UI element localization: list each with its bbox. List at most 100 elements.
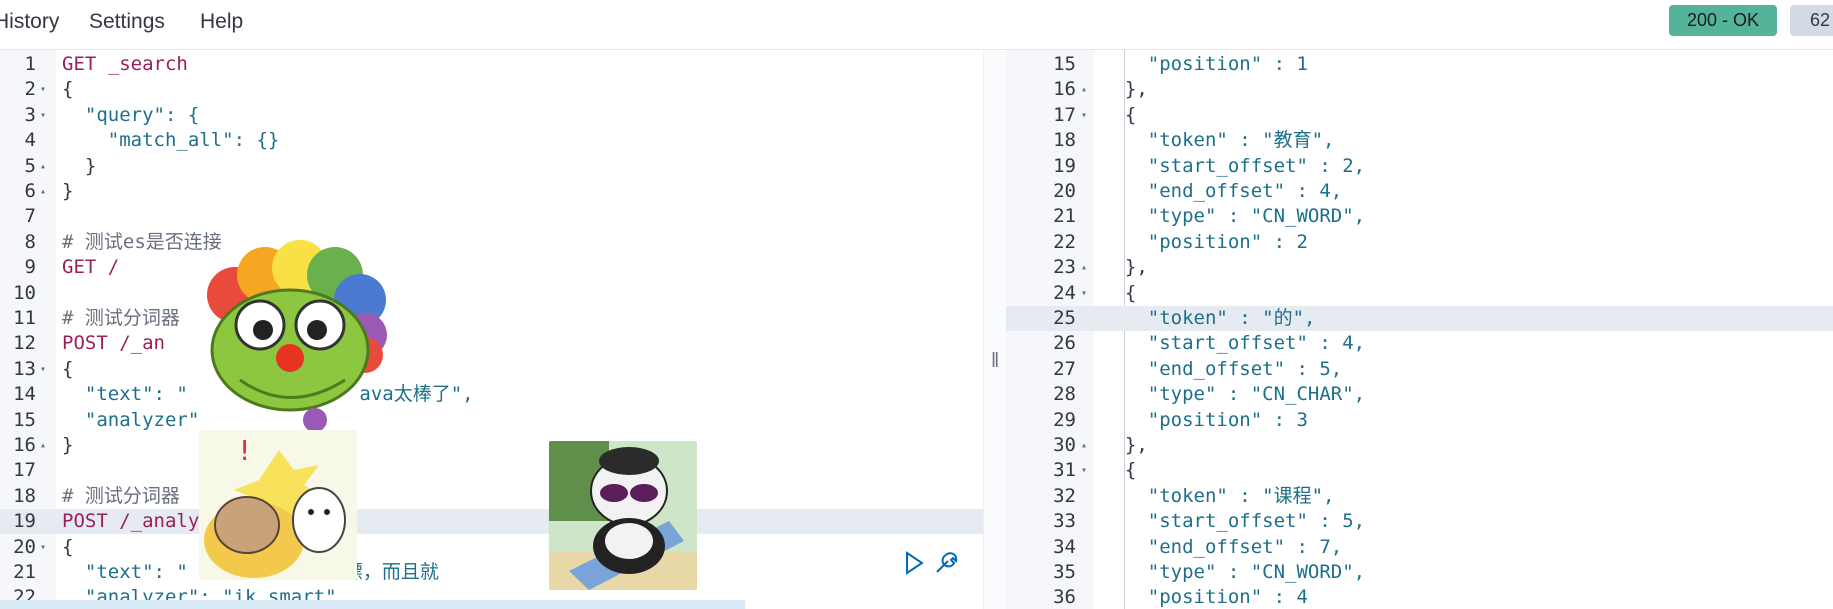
- status-badge: 200 - OK: [1669, 5, 1777, 36]
- fold-toggle-icon[interactable]: ▾: [40, 357, 46, 382]
- response-code-line[interactable]: 29 "position" : 3: [1006, 408, 1833, 433]
- response-code-line[interactable]: 19 "start_offset" : 2,: [1006, 154, 1833, 179]
- request-editor[interactable]: 1 GET _search 2 ▾{3 ▾ "query": {4 "match_all…: [0, 50, 983, 609]
- code-text: "type" : "CN_WORD",: [1102, 205, 1366, 228]
- request-code-line[interactable]: 16 ▴}: [0, 433, 983, 458]
- line-number: 2: [24, 78, 36, 101]
- line-number: 20: [13, 535, 36, 558]
- code-text: {: [62, 357, 74, 380]
- request-code-line[interactable]: 6 ▴}: [0, 179, 983, 204]
- code-text: POST /_an: [62, 332, 165, 355]
- code-text: {: [1102, 281, 1137, 304]
- code-text: GET _search: [62, 53, 188, 75]
- request-code-line[interactable]: 19 POST /_analy: [0, 509, 983, 535]
- request-code-line[interactable]: 12 POST /_an: [0, 331, 983, 356]
- request-code-line[interactable]: 11 # 测试分词器: [0, 306, 983, 331]
- menu-history[interactable]: History: [0, 0, 59, 44]
- request-action-icons: [906, 551, 958, 575]
- fold-toggle-icon[interactable]: ▴: [40, 154, 46, 179]
- menu-settings[interactable]: Settings: [89, 0, 165, 44]
- response-code-line[interactable]: 20 "end_offset" : 4,: [1006, 179, 1833, 204]
- line-number: 25: [1053, 307, 1076, 329]
- menu-help[interactable]: Help: [200, 0, 243, 44]
- response-code-line[interactable]: 21 "type" : "CN_WORD",: [1006, 204, 1833, 229]
- line-number: 6: [24, 180, 36, 202]
- fold-toggle-icon[interactable]: ▾: [1081, 103, 1087, 128]
- response-code-line[interactable]: 33 "start_offset" : 5,: [1006, 509, 1833, 534]
- line-number: 22: [1053, 230, 1076, 253]
- request-code-line[interactable]: 10: [0, 281, 983, 306]
- horizontal-scrollbar[interactable]: [0, 600, 745, 609]
- fold-toggle-icon[interactable]: ▾: [40, 77, 46, 102]
- request-code-line[interactable]: 13 ▾ {: [0, 357, 983, 382]
- response-code-line[interactable]: 30 ▴ },: [1006, 433, 1833, 458]
- request-code-line[interactable]: 8 # 测试es是否连接: [0, 230, 983, 255]
- line-number: 32: [1053, 484, 1076, 507]
- response-code-line[interactable]: 26 "start_offset" : 4,: [1006, 331, 1833, 356]
- line-number: 18: [13, 484, 36, 507]
- request-code-line[interactable]: 21 "text": " 提可以白嫖，而且就 奥力给！",: [0, 560, 983, 585]
- fold-toggle-icon[interactable]: ▴: [40, 433, 46, 458]
- svg-text:!: !: [239, 434, 250, 467]
- code-text: "start_offset" : 2,: [1102, 154, 1366, 177]
- response-code-line[interactable]: 16 ▴ },: [1006, 77, 1833, 102]
- response-code-line[interactable]: 22 "position" : 2: [1006, 230, 1833, 255]
- fold-toggle-icon[interactable]: ▴: [1081, 255, 1087, 280]
- resize-handle-icon[interactable]: ‖: [991, 350, 999, 373]
- code-text: "token" : "课程",: [1102, 484, 1335, 507]
- request-code-line[interactable]: 3 ▾ "query": {: [0, 103, 983, 128]
- response-code-line[interactable]: 15 "position" : 1: [1006, 52, 1833, 77]
- play-icon[interactable]: [906, 551, 924, 575]
- fold-toggle-icon[interactable]: ▾: [40, 535, 46, 560]
- request-code-line[interactable]: 5 ▴ }: [0, 154, 983, 179]
- response-code-line[interactable]: 24 ▾ {: [1006, 281, 1833, 306]
- fold-toggle-icon[interactable]: ▴: [1081, 77, 1087, 102]
- line-number: 12: [13, 332, 36, 355]
- request-code-line[interactable]: 14 "text": " ava太棒了",: [0, 382, 983, 407]
- line-number: 27: [1053, 357, 1076, 380]
- response-code-line[interactable]: 36 "position" : 4: [1006, 585, 1833, 609]
- top-menu-bar: History Settings Help 200 - OK 62: [0, 0, 1833, 50]
- request-code-line[interactable]: 2 ▾ {: [0, 77, 983, 102]
- fold-toggle-icon[interactable]: ▾: [1081, 281, 1087, 306]
- request-code-line[interactable]: 20 ▾ {: [0, 535, 983, 560]
- code-text: "match_all": {}: [62, 129, 280, 152]
- code-text: "start_offset" : 5,: [1102, 510, 1366, 533]
- response-code-line[interactable]: 17 ▾ {: [1006, 103, 1833, 128]
- fold-toggle-icon[interactable]: ▴: [40, 179, 46, 204]
- response-code-line[interactable]: 28 "type" : "CN_CHAR",: [1006, 382, 1833, 407]
- line-number: 15: [13, 408, 36, 431]
- code-text: # 测试分词器: [62, 484, 180, 507]
- wrench-icon[interactable]: [936, 552, 958, 573]
- request-code-line[interactable]: 4 "match_all": {}: [0, 128, 983, 153]
- request-code-line[interactable]: 9 GET /: [0, 255, 983, 280]
- request-code-line[interactable]: 17: [0, 458, 983, 483]
- fold-toggle-icon[interactable]: ▴: [1081, 433, 1087, 458]
- line-number: 36: [1053, 586, 1076, 609]
- response-code-line[interactable]: 27 "end_offset" : 5,: [1006, 357, 1833, 382]
- response-code-line[interactable]: 23 ▴ },: [1006, 255, 1833, 280]
- line-number: 1: [24, 53, 36, 75]
- fold-toggle-icon[interactable]: ▾: [40, 103, 46, 128]
- response-code-line[interactable]: 32 "token" : "课程",: [1006, 484, 1833, 509]
- line-number: 26: [1053, 332, 1076, 355]
- line-number: 4: [24, 129, 36, 152]
- request-code-line[interactable]: 18 # 测试分词器: [0, 484, 983, 509]
- fold-toggle-icon[interactable]: ▾: [1081, 458, 1087, 483]
- code-text: "token" : "教育",: [1102, 129, 1335, 152]
- response-code-line[interactable]: 35 "type" : "CN_WORD",: [1006, 560, 1833, 585]
- request-code-line[interactable]: 1 GET _search: [0, 52, 983, 77]
- code-text: "position" : 1: [1102, 53, 1308, 75]
- line-number: 3: [24, 103, 36, 126]
- response-code-line[interactable]: 34 "end_offset" : 7,: [1006, 535, 1833, 560]
- response-code-line[interactable]: 31 ▾ {: [1006, 458, 1833, 483]
- code-text: },: [1102, 434, 1148, 456]
- request-code-line[interactable]: 15 "analyzer": [0, 408, 983, 433]
- line-number: 5: [24, 154, 36, 177]
- request-code-line[interactable]: 7: [0, 204, 983, 229]
- pane-splitter[interactable]: ‖: [983, 50, 1008, 609]
- code-text: {: [62, 535, 74, 558]
- response-code-line[interactable]: 18 "token" : "教育",: [1006, 128, 1833, 153]
- line-number: 19: [13, 510, 36, 533]
- response-code-line[interactable]: 25 "token" : "的",: [1006, 306, 1833, 331]
